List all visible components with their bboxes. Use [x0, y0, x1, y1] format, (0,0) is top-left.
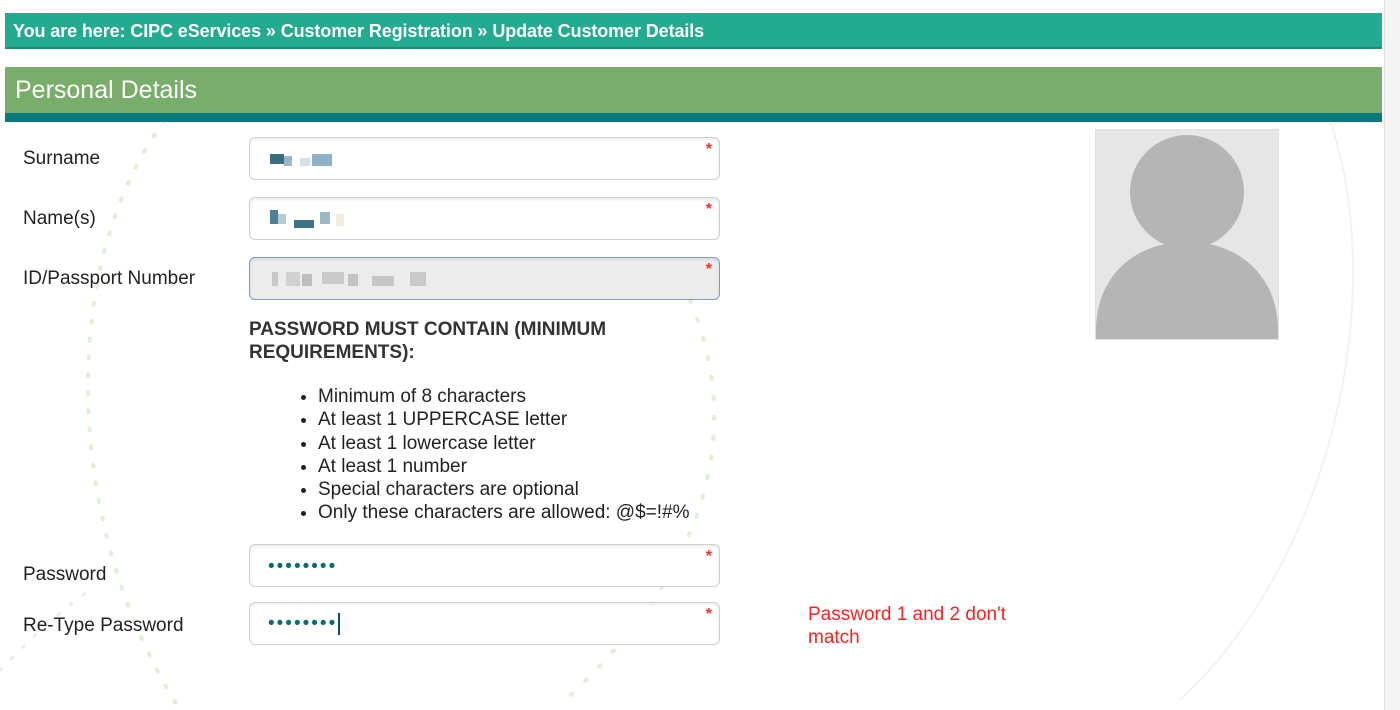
- password-label: Password: [23, 564, 107, 585]
- password-mismatch-error: Password 1 and 2 don't match: [808, 604, 1006, 648]
- requirement-item: Minimum of 8 characters: [318, 385, 690, 408]
- breadcrumb-text: You are here: CIPC eServices » Customer …: [13, 21, 705, 41]
- redacted-value: [270, 152, 332, 166]
- retype-password-field[interactable]: •••••••• *: [249, 602, 720, 645]
- redacted-value: [270, 210, 348, 230]
- vertical-scrollbar[interactable]: [1384, 0, 1400, 710]
- retype-password-value: ••••••••: [268, 613, 338, 635]
- required-marker: *: [705, 201, 712, 218]
- requirement-item: At least 1 number: [318, 455, 690, 478]
- password-requirements-list: Minimum of 8 characters At least 1 UPPER…: [269, 385, 690, 525]
- id-passport-label: ID/Passport Number: [23, 268, 196, 289]
- required-marker: *: [705, 261, 712, 278]
- surname-field[interactable]: *: [249, 137, 720, 180]
- user-silhouette-icon: [1096, 135, 1278, 339]
- section-divider: [5, 113, 1382, 122]
- retype-password-label: Re-Type Password: [23, 615, 184, 636]
- required-marker: *: [705, 606, 712, 623]
- required-marker: *: [705, 548, 712, 565]
- requirement-item: At least 1 UPPERCASE letter: [318, 408, 690, 431]
- profile-photo: [1095, 129, 1279, 340]
- id-passport-field[interactable]: *: [249, 257, 720, 300]
- password-field[interactable]: •••••••• *: [249, 544, 720, 587]
- surname-label: Surname: [23, 148, 101, 169]
- requirement-item: At least 1 lowercase letter: [318, 432, 690, 455]
- password-requirements-title: PASSWORD MUST CONTAIN (MINIMUM REQUIREME…: [249, 319, 607, 363]
- names-label: Name(s): [23, 208, 96, 229]
- section-title: Personal Details: [15, 76, 198, 104]
- text-caret: [338, 613, 341, 635]
- section-header: Personal Details: [5, 67, 1382, 113]
- breadcrumb: You are here: CIPC eServices » Customer …: [5, 13, 1382, 49]
- password-value: ••••••••: [268, 556, 338, 577]
- retype-value-wrap: ••••••••: [268, 613, 341, 635]
- requirement-item: Only these characters are allowed: @$=!#…: [318, 501, 690, 524]
- required-marker: *: [705, 141, 712, 158]
- names-field[interactable]: *: [249, 197, 720, 240]
- redacted-value: [272, 270, 432, 290]
- requirement-item: Special characters are optional: [318, 478, 690, 501]
